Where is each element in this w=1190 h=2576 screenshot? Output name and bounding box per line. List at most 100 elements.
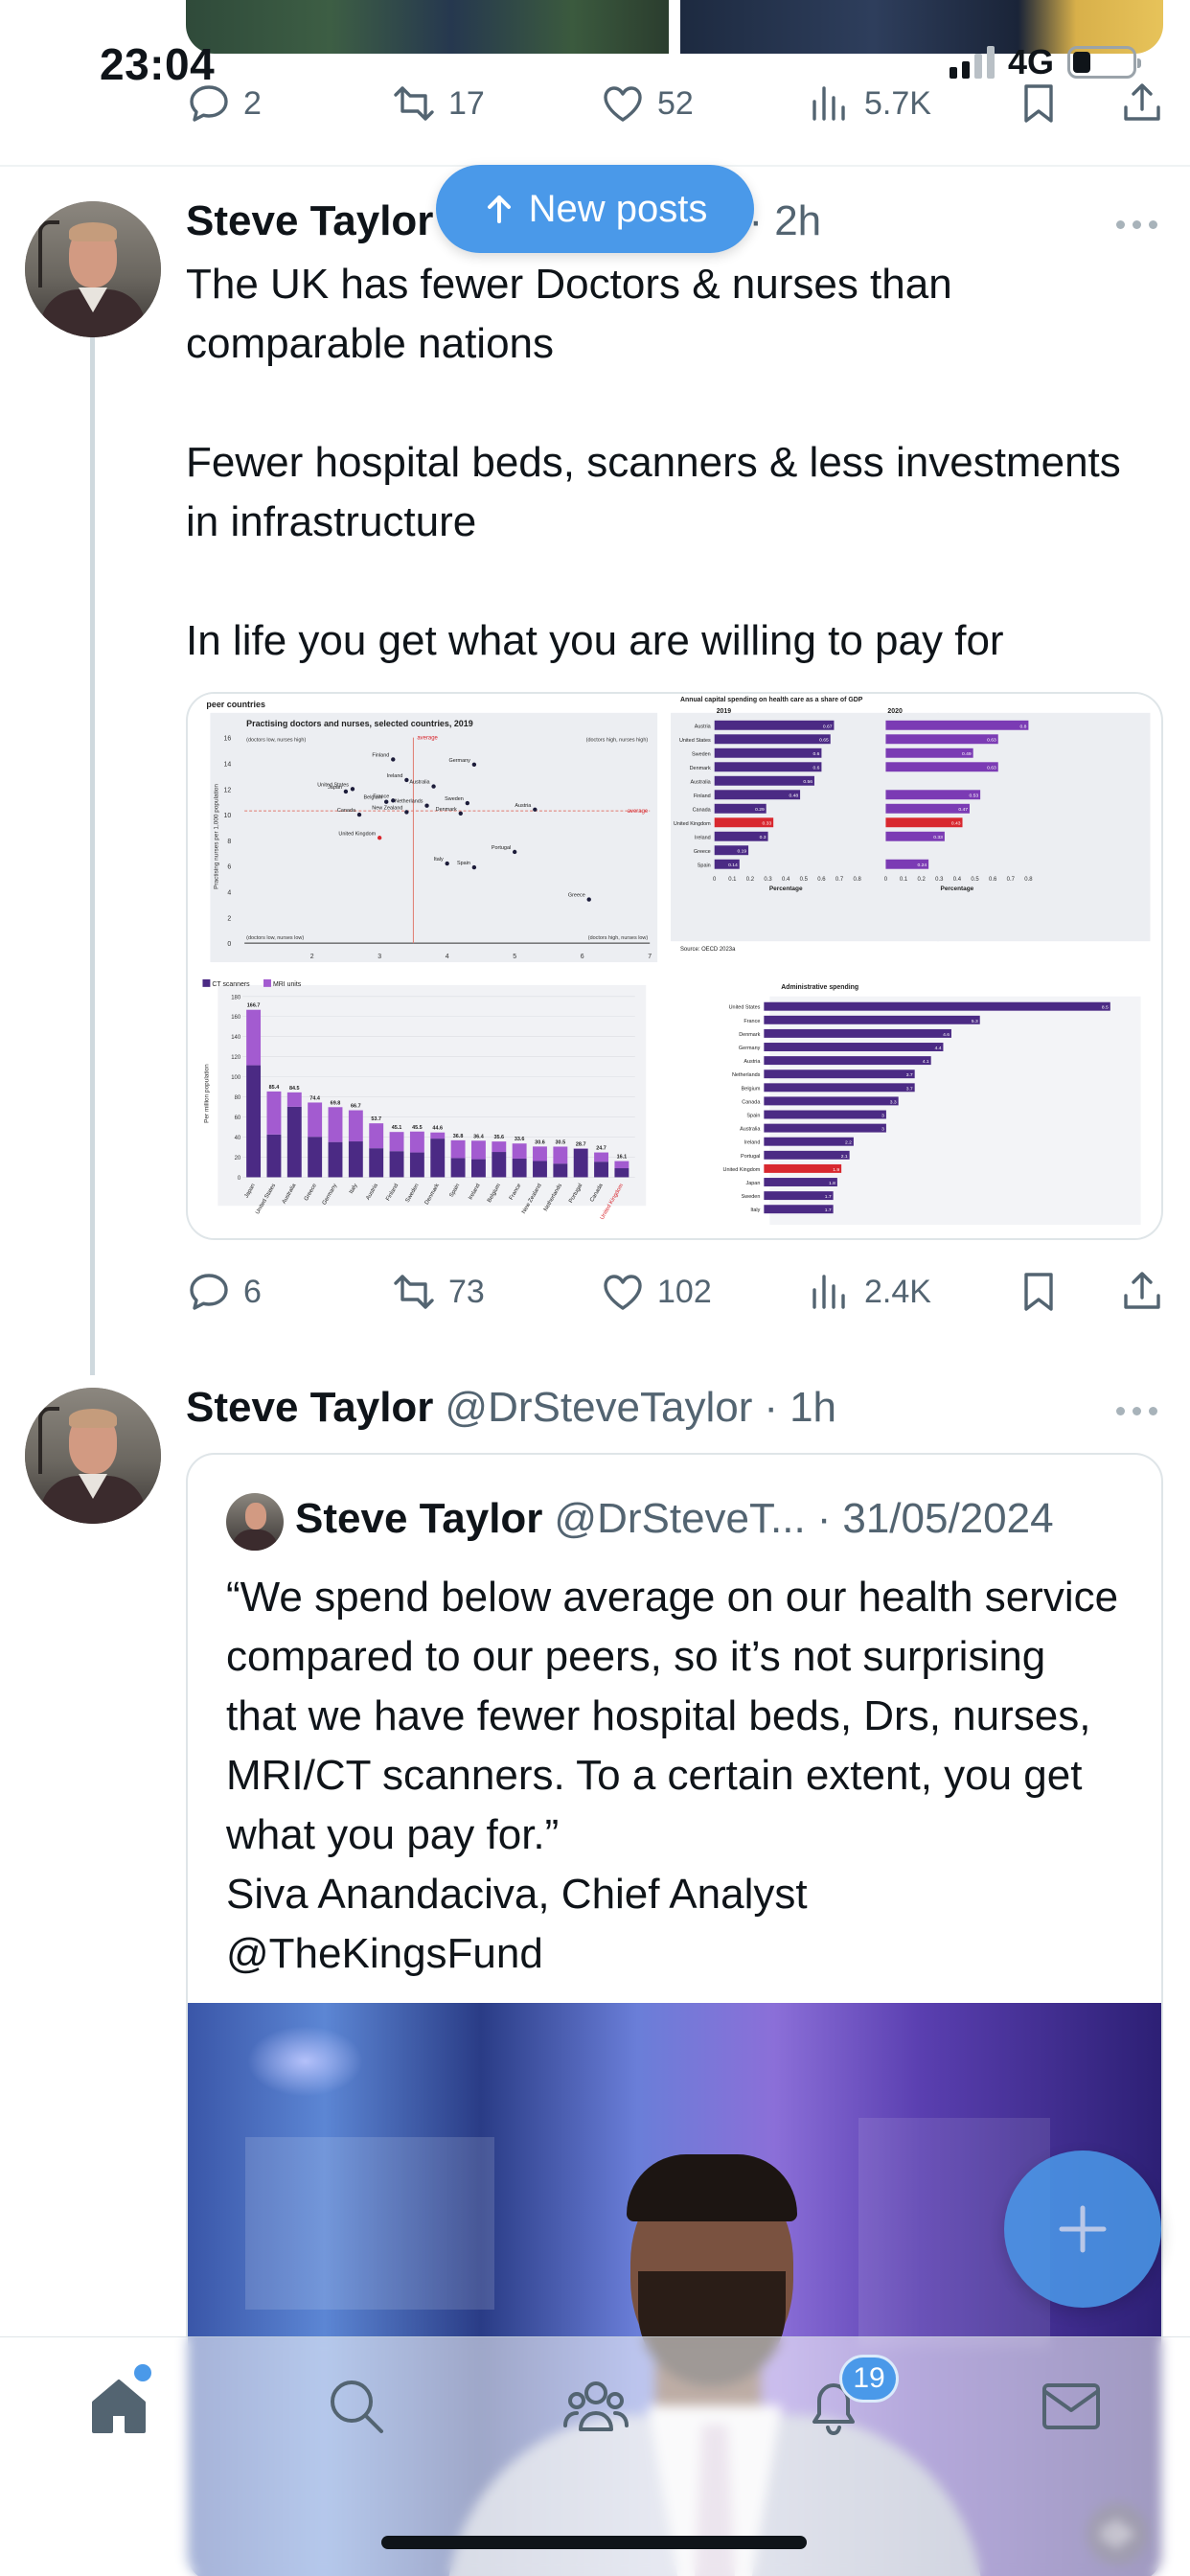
- quoted-author-name: Steve Taylor: [295, 1495, 543, 1542]
- author-name[interactable]: Steve Taylor: [186, 197, 433, 245]
- source-label: Source: OECD 2023a: [680, 947, 736, 953]
- bar: [764, 1083, 915, 1092]
- x-axis-label: Percentage: [941, 886, 974, 892]
- avatar[interactable]: [25, 201, 161, 337]
- x-tick-label: 0.8: [1024, 877, 1033, 883]
- nav-search[interactable]: [318, 2368, 395, 2445]
- views-button[interactable]: 5.7K: [807, 80, 931, 126]
- repost-button[interactable]: 73: [391, 1269, 485, 1315]
- x-tick-label: 0.3: [764, 877, 772, 883]
- bar-value-label: 30.6: [535, 1139, 545, 1145]
- like-count: 102: [657, 1273, 712, 1310]
- category-label: Greece: [694, 849, 711, 855]
- nav-messages[interactable]: [1033, 2368, 1110, 2445]
- point-label: United Kingdom: [338, 831, 376, 837]
- share-button[interactable]: [1119, 80, 1165, 126]
- bar: [764, 1123, 886, 1133]
- home-indicator: [381, 2536, 807, 2549]
- reply-button[interactable]: 6: [186, 1269, 262, 1315]
- bar-value-label: 69.8: [331, 1100, 341, 1106]
- bar: [764, 1110, 886, 1119]
- category-label: United States: [679, 738, 711, 744]
- bar-value-label: 0.47: [958, 807, 968, 813]
- reply-icon: [190, 1274, 228, 1310]
- like-button[interactable]: 52: [600, 80, 694, 126]
- category-label: Ireland: [695, 836, 711, 841]
- bar-value-label: 0.6: [813, 766, 820, 771]
- share-icon: [1124, 83, 1160, 121]
- bar-value-label: 30.5: [556, 1139, 566, 1145]
- share-button[interactable]: [1119, 1269, 1165, 1315]
- like-button[interactable]: 102: [600, 1269, 712, 1315]
- point-label: Australia: [409, 780, 430, 786]
- y-tick-label: 6: [227, 864, 231, 871]
- bar-value-label: 3.7: [906, 1086, 913, 1092]
- more-options-icon[interactable]: [1116, 220, 1157, 229]
- home-unread-dot: [134, 2364, 151, 2381]
- bookmark-button[interactable]: [1016, 80, 1062, 126]
- chart-title: Annual capital spending on health care a…: [680, 697, 863, 703]
- bar-value-label: 36.4: [473, 1134, 484, 1139]
- new-posts-label: New posts: [528, 187, 708, 230]
- tweet-image[interactable]: peer countries Practising doctors and nur…: [186, 692, 1163, 1240]
- compose-button[interactable]: [1004, 2150, 1161, 2308]
- bar-value-label: 0.8: [1020, 724, 1027, 729]
- x-tick-label: 0.6: [989, 877, 997, 883]
- point-label: Sweden: [445, 796, 464, 802]
- x-tick-label: 4: [446, 954, 449, 960]
- bar: [764, 1070, 915, 1079]
- bar-value-label: 0.49: [962, 751, 972, 757]
- bar: [885, 734, 998, 745]
- new-posts-button[interactable]: New posts: [436, 165, 754, 253]
- year-label: 2019: [717, 708, 732, 715]
- y-tick-label: 180: [231, 995, 241, 1000]
- post-time[interactable]: 1h: [790, 1384, 836, 1432]
- category-label: Austria: [744, 1059, 761, 1065]
- x-tick-label: 0.2: [918, 877, 926, 883]
- author-handle[interactable]: @DrSteveTaylor: [445, 1384, 752, 1432]
- bar-value-label: 0.24: [918, 862, 927, 868]
- x-tick-label: 0.6: [817, 877, 826, 883]
- views-button[interactable]: 2.4K: [807, 1269, 931, 1315]
- point-label: Italy: [434, 857, 444, 862]
- data-point: [404, 777, 409, 783]
- bookmark-button[interactable]: [1016, 1269, 1062, 1315]
- repost-icon: [394, 1275, 434, 1309]
- legend-swatch: [263, 978, 271, 987]
- year-label: 2020: [887, 708, 903, 715]
- author-name[interactable]: Steve Taylor: [186, 1384, 433, 1432]
- bar: [764, 1150, 850, 1160]
- bar: [492, 1152, 507, 1178]
- bar-value-label: 0.63: [987, 738, 996, 744]
- y-tick-label: 100: [231, 1075, 241, 1081]
- bar: [614, 1168, 629, 1178]
- bar-value-label: 66.7: [351, 1104, 361, 1110]
- bar: [764, 1178, 837, 1186]
- category-label: Italy: [750, 1208, 760, 1213]
- bar: [764, 1163, 842, 1173]
- bar-value-label: 8.5: [1102, 1005, 1109, 1011]
- y-axis-label: Practising nurses per 1,000 population: [213, 784, 219, 889]
- bar-value-label: 0.19: [737, 849, 746, 855]
- category-label: Australia: [691, 780, 712, 786]
- chart-header: peer countries: [206, 700, 265, 709]
- bar-value-label: 33.6: [515, 1137, 525, 1142]
- more-options-icon[interactable]: [1116, 1407, 1157, 1415]
- reply-count: 2: [243, 84, 262, 122]
- avatar[interactable]: [25, 1388, 161, 1524]
- tweet-header: Steve Taylor @DrSteveTaylor · 1h: [186, 1384, 836, 1432]
- nav-communities[interactable]: [558, 2368, 634, 2445]
- post-time[interactable]: 2h: [774, 197, 821, 245]
- bar-value-label: 166.7: [247, 1003, 261, 1009]
- x-tick-label: 5: [513, 954, 516, 960]
- view-count: 5.7K: [864, 84, 931, 122]
- quoted-date: 31/05/2024: [842, 1495, 1054, 1542]
- repost-button[interactable]: 17: [391, 80, 485, 126]
- bar-value-label: 1.7: [825, 1194, 832, 1200]
- category-label: Denmark: [739, 1032, 760, 1038]
- bar: [246, 1009, 262, 1066]
- reply-button[interactable]: 2: [186, 80, 262, 126]
- bar: [714, 734, 831, 745]
- point-label: New Zealand: [372, 805, 402, 811]
- category-label: Austria: [695, 724, 712, 730]
